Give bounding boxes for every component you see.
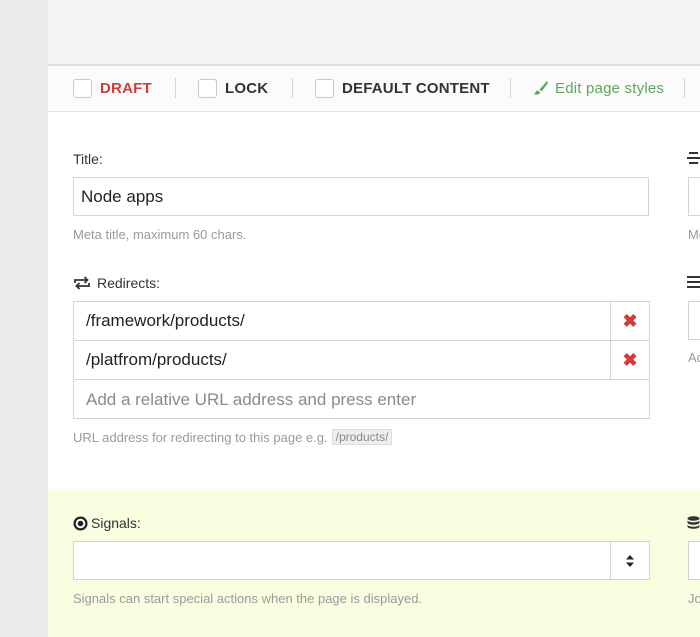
page-header-area [48, 0, 700, 66]
remove-redirect-button[interactable]: ✖ [610, 302, 649, 340]
redirects-help: URL address for redirecting to this page… [73, 429, 328, 445]
right-field-input[interactable] [688, 177, 700, 216]
redirect-url: /framework/products/ [86, 311, 245, 330]
database-icon [687, 516, 700, 529]
redirect-arrows-icon [74, 276, 90, 290]
close-icon: ✖ [622, 310, 638, 331]
default-content-label: DEFAULT CONTENT [342, 79, 490, 97]
right-field-input[interactable] [688, 541, 700, 580]
right-field-help: Ac [688, 350, 700, 365]
right-field-help: Jo [688, 591, 700, 606]
toolbar-divider [292, 78, 293, 98]
add-redirect-input[interactable]: Add a relative URL address and press ent… [86, 381, 416, 419]
toolbar-divider [510, 78, 511, 98]
default-content-toggle[interactable]: DEFAULT CONTENT [315, 66, 490, 110]
redirects-label-wrap: Redirects: [73, 274, 160, 292]
draft-toggle[interactable]: DRAFT [73, 66, 152, 110]
title-input[interactable]: Node apps [73, 177, 649, 216]
lock-label: LOCK [225, 79, 269, 97]
close-icon: ✖ [622, 349, 638, 370]
lock-checkbox[interactable] [198, 78, 217, 98]
redirect-item: /framework/products/ ✖ [74, 302, 649, 341]
title-label: Title: [73, 151, 103, 167]
title-value: Node apps [81, 186, 164, 206]
page-editor-panel: DRAFT LOCK DEFAULT CONTENT Edit page sty… [48, 0, 700, 637]
redirect-item: /platfrom/products/ ✖ [74, 341, 649, 380]
select-arrows-icon [610, 542, 649, 579]
draft-checkbox[interactable] [73, 78, 92, 98]
signals-label-wrap: Signals: [73, 514, 141, 532]
edit-page-styles-link[interactable]: Edit page styles [533, 66, 664, 110]
remove-redirect-button[interactable]: ✖ [610, 341, 649, 379]
redirects-help-text: URL address for redirecting to this page… [73, 428, 393, 446]
dot-circle-icon [73, 516, 88, 530]
title-help-text: Meta title, maximum 60 chars. [73, 226, 247, 242]
lock-toggle[interactable]: LOCK [198, 66, 268, 110]
brush-icon [534, 81, 548, 95]
page-options-toolbar: DRAFT LOCK DEFAULT CONTENT Edit page sty… [48, 66, 700, 112]
toolbar-divider [684, 78, 685, 98]
toolbar-divider [175, 78, 176, 98]
list-lines-icon [687, 276, 700, 288]
redirects-list: /framework/products/ ✖ /platfrom/product… [73, 301, 650, 419]
align-center-icon [687, 152, 700, 164]
redirects-help-example: /products/ [331, 429, 393, 445]
right-field-help: Me [688, 227, 700, 242]
signals-help-text: Signals can start special actions when t… [73, 590, 423, 606]
redirects-label: Redirects: [97, 275, 161, 291]
draft-label: DRAFT [100, 79, 152, 97]
default-content-checkbox[interactable] [315, 78, 334, 98]
signals-label: Signals: [91, 515, 141, 531]
signals-select[interactable] [73, 541, 650, 580]
right-field-input[interactable] [688, 301, 700, 340]
redirect-url: /platfrom/products/ [86, 350, 227, 369]
edit-page-styles-label: Edit page styles [555, 79, 665, 97]
